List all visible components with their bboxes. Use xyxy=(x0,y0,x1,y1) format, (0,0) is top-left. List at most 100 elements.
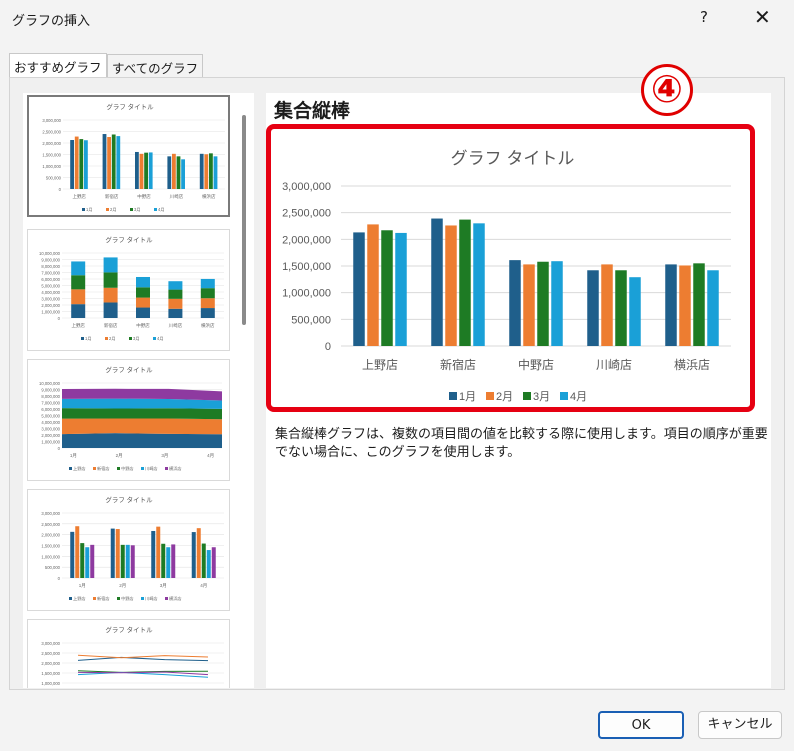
tab-all-charts[interactable]: すべてのグラフ xyxy=(107,54,204,77)
bar-2月 xyxy=(523,264,535,346)
thumbnail-bar xyxy=(148,152,153,189)
thumbnail-bar xyxy=(80,543,85,578)
thumbnail-x-tick: 川崎店 xyxy=(170,193,184,200)
thumbnail-line[interactable]: グラフ タイトル 3,000,000 2,500,000 2,000,000 1,500… xyxy=(27,619,230,688)
thumbnail-bar xyxy=(206,550,211,578)
thumbnail-area xyxy=(62,408,222,420)
legend-label: 1月 xyxy=(459,391,476,403)
chart-preview-highlight: グラフ タイトル 3,000,000 2,500,000 2,000,000 1,500… xyxy=(266,124,755,412)
bar-2月 xyxy=(367,224,379,346)
thumbnail-chart: グラフ タイトル 3,000,000 2,500,000 2,000,000 1,500… xyxy=(42,102,225,213)
close-button[interactable]: ✕ xyxy=(754,5,771,29)
bar-4月 xyxy=(551,261,563,346)
thumbnail-stacked-bar xyxy=(200,288,215,299)
thumbnail-y-tick: 2,500,000 xyxy=(41,522,60,527)
thumbnail-y-tick: 500,000 xyxy=(45,565,61,570)
ok-button[interactable]: OK xyxy=(598,711,684,739)
thumbnail-bar xyxy=(191,532,196,578)
thumbnail-legend-swatch xyxy=(93,467,96,470)
bar-1月 xyxy=(431,218,443,346)
legend-label: 4月 xyxy=(570,391,587,403)
chart-description: 集合縦棒グラフは、複数の項目間の値を比較する際に使用します。項目の順序が重要でな… xyxy=(275,427,768,460)
thumbnail-bar xyxy=(70,531,75,578)
legend-label: 2月 xyxy=(496,391,513,403)
thumbnail-bar xyxy=(74,136,79,189)
thumbnail-x-tick: 2月 xyxy=(119,583,126,589)
thumbnail-title: グラフ タイトル xyxy=(105,365,153,374)
bar-3月 xyxy=(615,270,627,346)
y-tick-label: 2,500,000 xyxy=(282,208,331,220)
chart-title: グラフ タイトル xyxy=(451,149,575,168)
tab-recommended[interactable]: おすすめグラフ xyxy=(9,53,107,77)
thumbnail-bar xyxy=(130,545,135,578)
thumbnail-stacked-bar xyxy=(136,276,150,288)
thumbnail-y-tick: 9,000,000 xyxy=(41,388,60,393)
thumbnail-stacked-bar xyxy=(168,298,183,309)
thumbnail-x-tick: 横浜店 xyxy=(201,322,215,329)
thumbnail-x-tick: 3月 xyxy=(160,583,167,589)
x-tick-label: 中野店 xyxy=(518,357,554,372)
thumbnail-legend-label: 3月 xyxy=(134,207,141,213)
thumbnail-stacked-bar xyxy=(200,308,215,318)
thumbnail-y-tick: 1,500,000 xyxy=(42,153,61,158)
thumbnail-y-tick: 2,000,000 xyxy=(42,141,61,146)
thumbnail-y-tick: 8,000,000 xyxy=(41,264,60,269)
thumbnail-y-tick: 1,500,000 xyxy=(41,671,60,676)
thumbnail-y-tick: 6,000,000 xyxy=(41,277,60,282)
thumbnail-y-tick: 4,000,000 xyxy=(41,290,60,295)
legend-swatch xyxy=(523,392,531,400)
thumbnail-bar xyxy=(90,544,95,578)
cancel-button[interactable]: キャンセル xyxy=(698,711,782,739)
bar-1月 xyxy=(587,270,599,346)
thumbnail-stacked-bar xyxy=(103,302,118,318)
thumbnail-title: グラフ タイトル xyxy=(105,235,153,244)
thumbnail-stacked-bar xyxy=(103,257,118,273)
thumbnail-stacked-bar xyxy=(71,261,86,276)
thumbnail-legend-label: 2月 xyxy=(109,336,116,342)
thumbnail-chart: グラフ タイトル 10,000,000 9,000,0008,000,000 7,00… xyxy=(39,235,224,342)
thumbnail-x-tick: 新宿店 xyxy=(104,322,118,329)
y-tick-label: 1,000,000 xyxy=(282,288,331,300)
thumbnail-column-by-month[interactable]: グラフ タイトル 3,000,000 2,500,000 2,000,000 1,500… xyxy=(27,489,230,611)
thumbnail-legend-label: 中野店 xyxy=(121,465,134,472)
x-tick-label: 横浜店 xyxy=(674,358,710,372)
thumbnail-y-tick: 10,000,000 xyxy=(39,381,61,386)
bar-1月 xyxy=(353,232,365,346)
thumbnail-bar xyxy=(102,134,107,189)
thumbnail-y-tick: 5,000,000 xyxy=(41,284,60,289)
thumbnail-bar xyxy=(107,137,111,189)
thumbnail-bar xyxy=(120,544,125,578)
thumbnail-bar xyxy=(115,529,120,578)
thumbnail-bar xyxy=(79,139,84,189)
thumbnail-bar xyxy=(151,530,156,578)
thumbnail-stacked-column[interactable]: グラフ タイトル 10,000,000 9,000,000 8,000,000 7,00… xyxy=(27,229,230,351)
bar-1月 xyxy=(665,264,677,346)
scrollbar-thumb[interactable] xyxy=(242,115,246,325)
thumbnail-area xyxy=(62,418,222,435)
y-tick-label: 2,000,000 xyxy=(282,234,331,246)
thumbnail-y-tick: 1,000,000 xyxy=(41,554,60,559)
help-button[interactable]: ? xyxy=(700,8,708,26)
thumbnail-bar xyxy=(209,153,213,189)
thumbnail-y-tick: 0 xyxy=(59,187,62,192)
thumbnail-y-tick: 8,000,000 xyxy=(41,394,60,399)
thumbnail-legend-swatch xyxy=(141,597,144,600)
thumbnail-stacked-area[interactable]: グラフ タイトル 10,000,000 9,000,000 8,000,000 7,00… xyxy=(27,359,230,481)
thumbnail-legend-swatch xyxy=(141,467,144,470)
thumbnail-legend-label: 上野店 xyxy=(73,595,86,602)
thumbnail-legend-swatch xyxy=(69,467,72,470)
thumbnail-legend-label: 横浜店 xyxy=(169,595,182,602)
thumbnail-legend-label: 川崎店 xyxy=(145,465,158,472)
thumbnail-clustered-column[interactable]: グラフ タイトル 3,000,000 2,500,000 2,000,000 1,500… xyxy=(27,95,230,217)
thumbnail-bar xyxy=(204,154,209,189)
bar-4月 xyxy=(473,223,485,346)
thumbnail-y-tick: 7,000,000 xyxy=(41,401,60,406)
thumbnail-chart: グラフ タイトル 3,000,000 2,500,000 2,000,000 1,500… xyxy=(41,625,224,686)
thumbnail-bar xyxy=(201,543,206,578)
thumbnail-bar xyxy=(70,140,74,189)
bar-4月 xyxy=(395,232,407,346)
thumbnail-legend-swatch xyxy=(130,208,133,211)
thumbnail-bar xyxy=(116,136,121,189)
thumbnail-x-tick: 新宿店 xyxy=(105,193,119,200)
thumbnail-y-tick: 1,500,000 xyxy=(41,544,60,549)
